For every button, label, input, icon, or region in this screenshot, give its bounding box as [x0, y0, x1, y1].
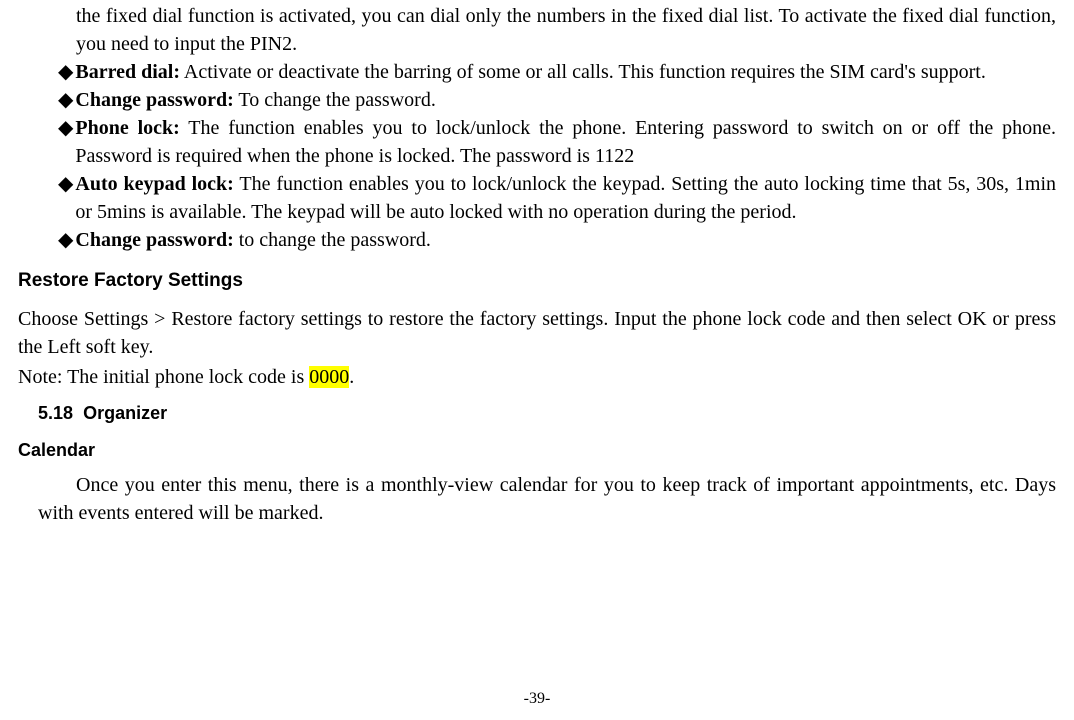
fixed-dial-continuation: the fixed dial function is activated, yo…: [76, 2, 1056, 58]
note-suffix: .: [349, 366, 354, 388]
barred-dial-label: Barred dial:: [75, 61, 180, 83]
calendar-heading: Calendar: [18, 438, 1056, 463]
change-password-text-1: To change the password.: [234, 89, 436, 111]
diamond-icon: ◆: [58, 170, 73, 226]
diamond-icon: ◆: [58, 58, 73, 86]
section-number: 5.18: [38, 403, 73, 423]
phone-lock-item: ◆ Phone lock: The function enables you t…: [58, 114, 1056, 170]
barred-dial-item: ◆ Barred dial: Activate or deactivate th…: [58, 58, 1056, 86]
change-password-label-2: Change password:: [75, 229, 233, 251]
change-password-label-1: Change password:: [75, 89, 233, 111]
diamond-icon: ◆: [58, 226, 73, 254]
diamond-icon: ◆: [58, 114, 73, 170]
page-number: -39-: [0, 688, 1074, 710]
auto-keypad-lock-label: Auto keypad lock:: [75, 173, 233, 195]
restore-note: Note: The initial phone lock code is 000…: [18, 363, 1056, 391]
calendar-text: Once you enter this menu, there is a mon…: [38, 471, 1056, 527]
change-password-text-2: to change the password.: [234, 229, 431, 251]
diamond-icon: ◆: [58, 86, 73, 114]
section-title: Organizer: [83, 403, 167, 423]
phone-lock-code: 0000: [309, 366, 349, 388]
change-password-item-1: ◆ Change password: To change the passwor…: [58, 86, 1056, 114]
fixed-dial-text: the fixed dial function is activated, yo…: [76, 5, 1056, 55]
restore-factory-settings-heading: Restore Factory Settings: [18, 268, 1056, 295]
change-password-item-2: ◆ Change password: to change the passwor…: [58, 226, 1056, 254]
organizer-section-heading: 5.18 Organizer: [38, 401, 1056, 426]
phone-lock-label: Phone lock:: [75, 117, 179, 139]
auto-keypad-lock-item: ◆ Auto keypad lock: The function enables…: [58, 170, 1056, 226]
barred-dial-text: Activate or deactivate the barring of so…: [180, 61, 986, 83]
phone-lock-text: The function enables you to lock/unlock …: [75, 117, 1056, 167]
calendar-paragraph: Once you enter this menu, there is a mon…: [38, 471, 1056, 527]
note-prefix: Note: The initial phone lock code is: [18, 366, 309, 388]
restore-paragraph: Choose Settings > Restore factory settin…: [18, 305, 1056, 361]
